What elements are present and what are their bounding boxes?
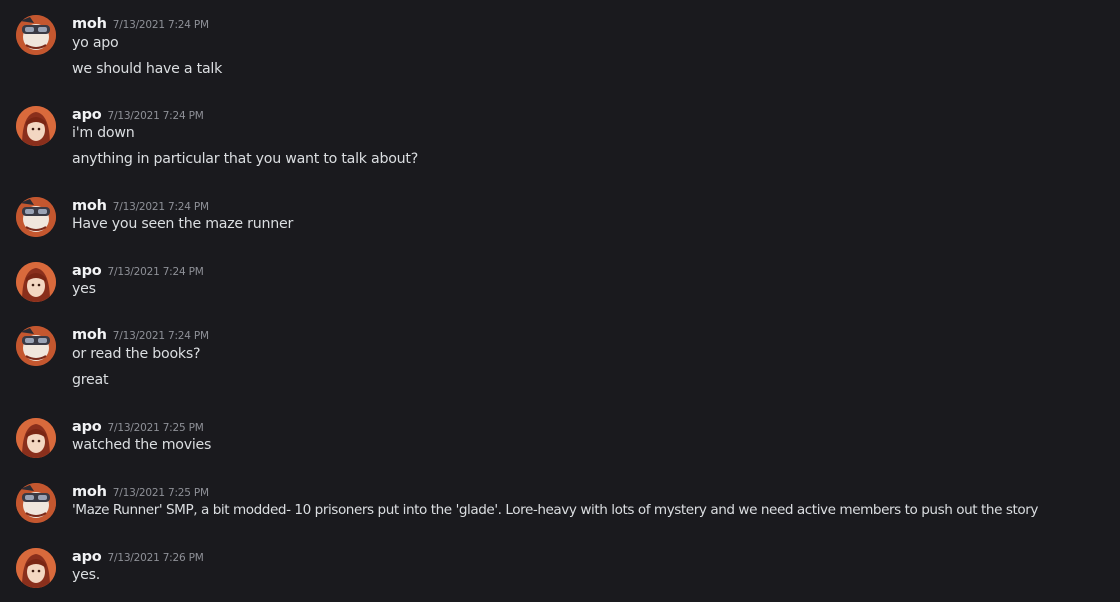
message-text: 'Maze Runner' SMP, a bit modded- 10 pris… bbox=[72, 502, 1038, 518]
message-timestamp: 7/13/2021 7:24 PM bbox=[112, 201, 209, 213]
message-text: or read the books? bbox=[72, 346, 201, 362]
author-name[interactable]: moh bbox=[72, 16, 107, 32]
message-text: anything in particular that you want to … bbox=[72, 151, 418, 167]
avatar-moh[interactable] bbox=[16, 326, 56, 366]
message-timestamp: 7/13/2021 7:25 PM bbox=[107, 422, 204, 434]
message-timestamp: 7/13/2021 7:26 PM bbox=[107, 552, 204, 564]
avatar-moh[interactable] bbox=[16, 483, 56, 523]
message-header: moh 7/13/2021 7:24 PM bbox=[72, 195, 209, 215]
message-header: moh 7/13/2021 7:24 PM bbox=[72, 13, 209, 33]
message-text: Have you seen the maze runner bbox=[72, 216, 294, 232]
message-timestamp: 7/13/2021 7:24 PM bbox=[112, 19, 209, 31]
author-name[interactable]: moh bbox=[72, 327, 107, 343]
message-text: yes bbox=[72, 281, 96, 297]
message-header: apo 7/13/2021 7:26 PM bbox=[72, 546, 204, 566]
chat-message-list: moh 7/13/2021 7:24 PM yo apo we should ha… bbox=[0, 0, 1120, 602]
author-name[interactable]: apo bbox=[72, 263, 102, 279]
message-timestamp: 7/13/2021 7:25 PM bbox=[112, 487, 209, 499]
message-text: great bbox=[72, 372, 109, 388]
avatar-apo[interactable] bbox=[16, 548, 56, 588]
message-text: yes. bbox=[72, 567, 101, 583]
message-timestamp: 7/13/2021 7:24 PM bbox=[112, 330, 209, 342]
avatar-apo[interactable] bbox=[16, 106, 56, 146]
avatar-apo[interactable] bbox=[16, 262, 56, 302]
message-text: yo apo bbox=[72, 35, 119, 51]
author-name[interactable]: apo bbox=[72, 107, 102, 123]
message-text: we should have a talk bbox=[72, 61, 223, 77]
message-text: watched the movies bbox=[72, 437, 212, 453]
message-text: i'm down bbox=[72, 125, 135, 141]
message-header: apo 7/13/2021 7:24 PM bbox=[72, 260, 204, 280]
avatar-moh[interactable] bbox=[16, 15, 56, 55]
author-name[interactable]: apo bbox=[72, 419, 102, 435]
message-timestamp: 7/13/2021 7:24 PM bbox=[107, 110, 204, 122]
message-header: moh 7/13/2021 7:24 PM bbox=[72, 324, 209, 344]
author-name[interactable]: moh bbox=[72, 484, 107, 500]
message-header: moh 7/13/2021 7:25 PM bbox=[72, 481, 209, 501]
author-name[interactable]: apo bbox=[72, 549, 102, 565]
avatar-apo[interactable] bbox=[16, 418, 56, 458]
message-header: apo 7/13/2021 7:25 PM bbox=[72, 416, 204, 436]
message-timestamp: 7/13/2021 7:24 PM bbox=[107, 266, 204, 278]
author-name[interactable]: moh bbox=[72, 198, 107, 214]
message-header: apo 7/13/2021 7:24 PM bbox=[72, 104, 204, 124]
avatar-moh[interactable] bbox=[16, 197, 56, 237]
